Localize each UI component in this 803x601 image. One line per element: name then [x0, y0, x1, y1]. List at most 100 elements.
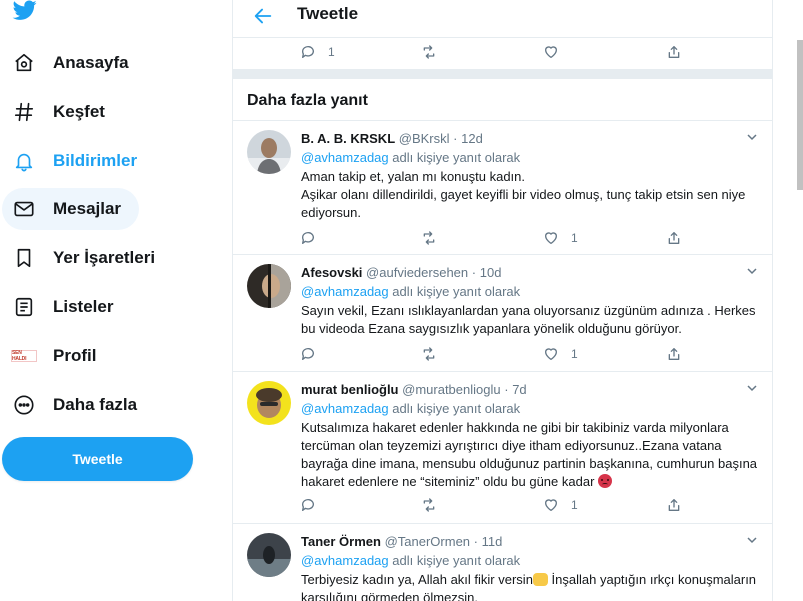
- chevron-down-icon[interactable]: [746, 534, 758, 546]
- heart-icon: [545, 348, 557, 360]
- home-icon: [11, 50, 37, 76]
- share-icon: [668, 232, 680, 244]
- heart-icon: [545, 232, 557, 244]
- scrollbar-thumb[interactable]: [797, 40, 803, 190]
- author-name[interactable]: Afesovski: [301, 265, 362, 280]
- tweet-text: Sayın vekil, Ezanı ıslıklayanlardan yana…: [301, 302, 761, 338]
- section-title: Daha fazla yanıt: [247, 92, 368, 109]
- avatar[interactable]: [247, 533, 291, 577]
- reply-icon: [301, 232, 314, 244]
- mention-link[interactable]: @avhamzadag: [301, 150, 389, 165]
- tweet-header: Afesovski @aufviedersehen · 10d: [301, 265, 501, 280]
- reply-button[interactable]: [300, 490, 316, 520]
- reply-count: 1: [328, 45, 335, 59]
- author-handle[interactable]: @TanerOrmen: [385, 534, 470, 549]
- nav-item-more[interactable]: Daha fazla: [2, 384, 155, 426]
- share-button[interactable]: [666, 490, 682, 520]
- author-name[interactable]: murat benlioğlu: [301, 382, 399, 397]
- chevron-down-icon[interactable]: [746, 265, 758, 277]
- section-divider: [233, 69, 772, 79]
- nav-item-bookmarks[interactable]: Yer İşaretleri: [2, 237, 173, 279]
- avatar[interactable]: [247, 264, 291, 308]
- nav-label-home: Anasayfa: [53, 53, 129, 72]
- separator-dot: ·: [453, 131, 458, 146]
- tweet-item[interactable]: Taner Örmen @TanerOrmen · 11d @avhamzada…: [233, 524, 772, 601]
- tweet-date[interactable]: 12d: [461, 131, 483, 146]
- share-button[interactable]: [666, 339, 682, 369]
- tweet-actions: 1: [233, 339, 772, 369]
- retweet-button[interactable]: [421, 37, 437, 67]
- nav-label-more: Daha fazla: [53, 395, 138, 414]
- like-button[interactable]: 1: [543, 339, 578, 369]
- tweet-date[interactable]: 10d: [480, 265, 502, 280]
- separator-dot: ·: [504, 382, 509, 397]
- author-name[interactable]: B. A. B. KRSKL: [301, 131, 395, 146]
- avatar[interactable]: [247, 381, 291, 425]
- retweet-icon: [423, 498, 435, 512]
- author-handle[interactable]: @aufviedersehen: [366, 265, 468, 280]
- nav-label-bookmarks: Yer İşaretleri: [53, 248, 156, 267]
- like-button[interactable]: 1: [543, 223, 578, 253]
- retweet-button[interactable]: [421, 223, 437, 253]
- author-handle[interactable]: @BKrskl: [399, 131, 450, 146]
- mention-link[interactable]: @avhamzadag: [301, 284, 389, 299]
- angry-face-emoji-icon: [598, 474, 613, 488]
- reply-button[interactable]: [300, 223, 316, 253]
- tweet-text-line: Kutsalımıza hakaret edenler hakkında ne …: [301, 420, 758, 489]
- share-button[interactable]: [666, 223, 682, 253]
- tweet-text: Terbiyesiz kadın ya, Allah akıl fikir ve…: [301, 571, 761, 601]
- tweet-item[interactable]: murat benlioğlu @muratbenlioglu · 7d @av…: [233, 372, 772, 524]
- hashtag-icon: [11, 99, 37, 125]
- retweet-button[interactable]: [421, 339, 437, 369]
- retweet-button[interactable]: [421, 490, 437, 520]
- share-icon: [668, 499, 680, 511]
- tweet-text: Kutsalımıza hakaret edenler hakkında ne …: [301, 419, 761, 491]
- like-count: 1: [571, 231, 578, 245]
- nav-item-profile[interactable]: SEN HALDI Profil: [2, 335, 114, 377]
- chevron-down-icon[interactable]: [746, 131, 758, 143]
- reply-icon: [301, 348, 314, 360]
- separator-dot: ·: [471, 265, 477, 280]
- reply-button[interactable]: [300, 339, 316, 369]
- chevron-down-icon[interactable]: [746, 382, 758, 394]
- nav-label-lists: Listeler: [53, 297, 114, 316]
- tweet-header: murat benlioğlu @muratbenlioglu · 7d: [301, 382, 527, 397]
- tweet-date[interactable]: 11d: [482, 534, 503, 549]
- tweet-date[interactable]: 7d: [512, 382, 526, 397]
- page-title: Tweetle: [297, 4, 359, 23]
- tweet-header: B. A. B. KRSKL @BKrskl · 12d: [301, 131, 483, 146]
- nav-item-messages[interactable]: Mesajlar: [2, 188, 140, 230]
- mention-link[interactable]: @avhamzadag: [301, 553, 389, 568]
- reply-icon: [301, 499, 314, 511]
- tweet-button[interactable]: Tweetle: [2, 437, 193, 481]
- tweet-item[interactable]: B. A. B. KRSKL @BKrskl · 12d @avhamzadag…: [233, 121, 772, 255]
- retweet-icon: [423, 45, 435, 59]
- profile-avatar: SEN HALDI: [11, 343, 37, 369]
- separator-dot: ·: [473, 534, 478, 549]
- nav-item-lists[interactable]: Listeler: [2, 286, 131, 328]
- back-arrow-icon[interactable]: [252, 5, 274, 27]
- author-handle[interactable]: @muratbenlioglu: [402, 382, 500, 397]
- nav-item-notifications[interactable]: Bildirimler: [2, 140, 155, 182]
- twitter-logo-icon[interactable]: [11, 0, 39, 22]
- main-column: Tweetle 1 Daha fazla yanıt B. A. B. KRSK…: [232, 0, 773, 601]
- tweet-actions: 1: [233, 490, 772, 520]
- like-button[interactable]: [543, 37, 559, 67]
- nav-item-explore[interactable]: Keşfet: [2, 91, 123, 133]
- profile-badge-image: SEN HALDI: [11, 350, 37, 362]
- like-button[interactable]: 1: [543, 490, 578, 520]
- reply-context: @avhamzadag adlı kişiye yanıt olarak: [301, 284, 520, 299]
- avatar[interactable]: [247, 130, 291, 174]
- like-count: 1: [571, 498, 578, 512]
- reply-context-text: adlı kişiye yanıt olarak: [388, 150, 521, 165]
- reply-button[interactable]: 1: [300, 37, 335, 67]
- author-name[interactable]: Taner Örmen: [301, 534, 381, 549]
- tweet-text-line: Aman takip et, yalan mı konuştu kadın.: [301, 169, 526, 184]
- mention-link[interactable]: @avhamzadag: [301, 401, 389, 416]
- page-header: Tweetle: [233, 0, 772, 38]
- share-button[interactable]: [666, 37, 682, 67]
- nav-item-home[interactable]: Anasayfa: [2, 42, 147, 84]
- nav-label-notifications: Bildirimler: [53, 151, 138, 170]
- tweet-item[interactable]: Afesovski @aufviedersehen · 10d @avhamza…: [233, 255, 772, 372]
- tweet-actions: 1: [233, 223, 772, 253]
